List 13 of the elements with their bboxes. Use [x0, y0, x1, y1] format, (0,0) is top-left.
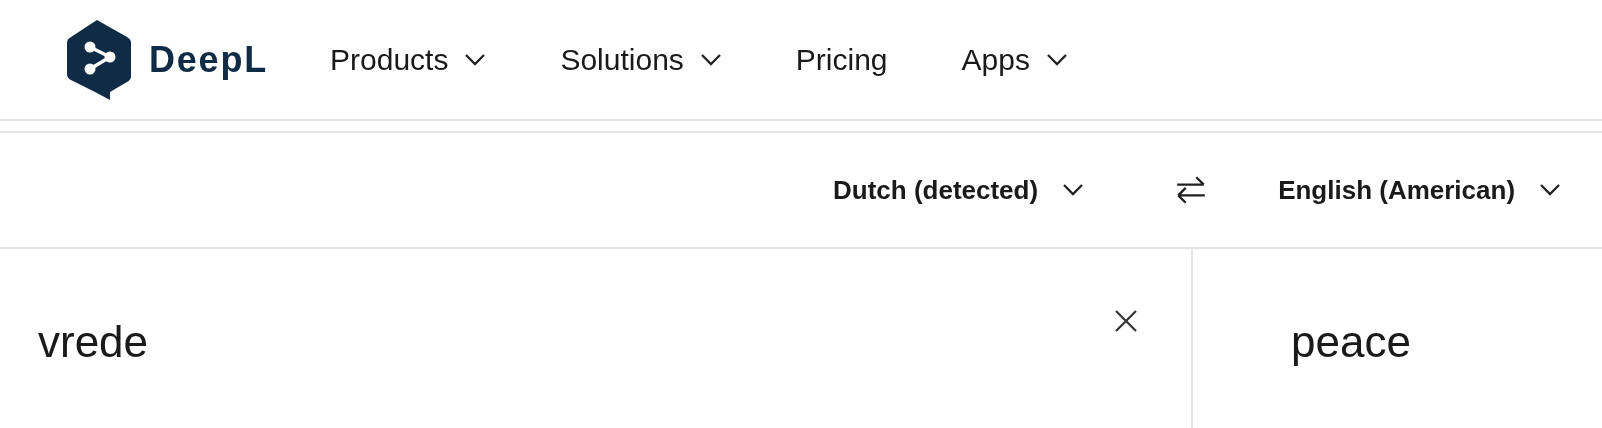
source-text[interactable]: vrede [38, 309, 149, 375]
chevron-icon [1539, 183, 1562, 197]
chevron-icon [1062, 183, 1085, 197]
translated-text: peace [1291, 316, 1411, 368]
nav-link[interactable]: Pricing [795, 37, 888, 82]
close-icon[interactable] [1114, 309, 1138, 333]
target-language-dropdown[interactable]: English (American) [1278, 170, 1562, 210]
source-language-dropdown[interactable]: Dutch (detected) [833, 170, 1085, 210]
brand-name: DeepL [149, 37, 269, 82]
logo-icon[interactable] [67, 19, 131, 100]
nav-link[interactable]: Solutions [560, 37, 722, 82]
nav-link[interactable]: Products [330, 37, 487, 82]
nav-link[interactable]: Apps [961, 37, 1068, 82]
